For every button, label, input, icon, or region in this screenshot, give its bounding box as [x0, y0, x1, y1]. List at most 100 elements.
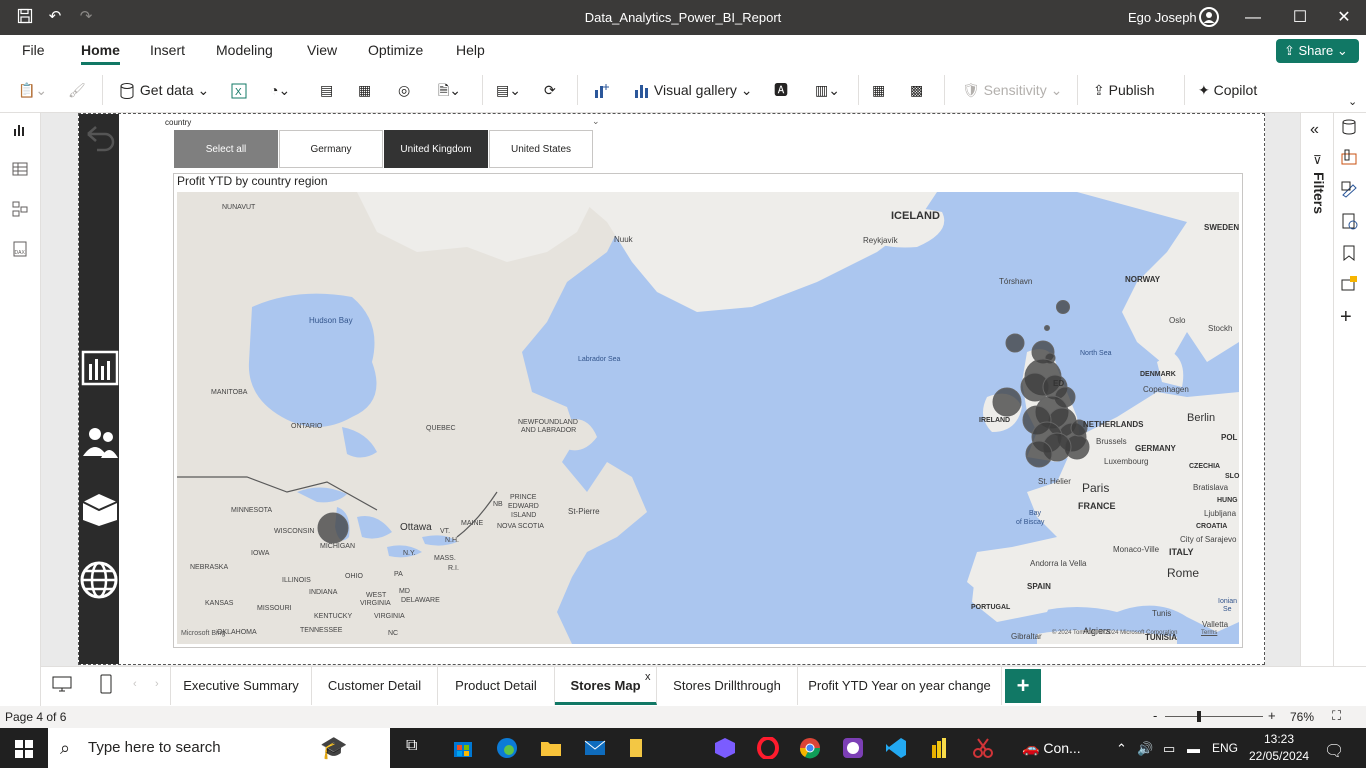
avatar[interactable]	[1199, 7, 1219, 27]
sql-icon[interactable]: ▤	[320, 79, 333, 101]
menu-insert[interactable]: Insert	[150, 42, 185, 58]
menu-file[interactable]: File	[22, 42, 45, 58]
add-pane-icon[interactable]: +	[1340, 307, 1360, 328]
zoom-out-icon[interactable]: -	[1153, 708, 1157, 723]
report-view-icon[interactable]	[11, 121, 31, 141]
more-visuals-icon[interactable]: ▥⌄	[815, 79, 840, 101]
tab-customer-detail[interactable]: Customer Detail	[312, 667, 438, 705]
model-view-icon[interactable]	[11, 200, 31, 220]
sensitivity-button[interactable]: 🛡 Sensitivity ⌄	[962, 79, 1062, 101]
show-hidden-icons[interactable]: ⌃	[1116, 741, 1127, 757]
format-painter-icon[interactable]: 🖌	[68, 79, 86, 101]
globe-nav-icon[interactable]	[80, 561, 118, 599]
quick-measure-icon[interactable]: ▩	[910, 79, 923, 101]
map-label: Monaco-Ville	[1113, 545, 1160, 554]
tab-stores-map[interactable]: Stores Map	[555, 667, 657, 705]
dataverse-icon[interactable]: ◎	[398, 79, 410, 101]
build-visual-icon[interactable]	[1340, 148, 1360, 168]
minimize-icon[interactable]: —	[1243, 8, 1263, 28]
paste-icon[interactable]: 📋⌄	[18, 79, 47, 101]
menu-modeling[interactable]: Modeling	[216, 42, 273, 58]
expand-pane-icon[interactable]: «	[1310, 121, 1319, 139]
close-icon[interactable]: ✕	[1334, 8, 1354, 28]
slicer-chevron-icon[interactable]: ⌄	[592, 116, 600, 127]
selection-icon[interactable]	[1340, 276, 1360, 296]
collapse-ribbon-icon[interactable]: ⌄	[1348, 91, 1357, 113]
chart-nav-icon[interactable]	[81, 350, 119, 386]
slicer-select-all[interactable]: Select all	[174, 130, 278, 168]
opera-icon[interactable]	[757, 736, 781, 760]
slicer-united-states[interactable]: United States	[489, 130, 593, 168]
mail-icon[interactable]	[584, 737, 608, 759]
data-pane-icon[interactable]	[1340, 118, 1360, 138]
publish-button[interactable]: ⇪ Publish	[1093, 79, 1155, 101]
taskbar-search[interactable]: ⌕ Type here to search 🎓	[48, 728, 390, 768]
back-arrow-icon[interactable]	[87, 126, 115, 152]
format-visual-icon[interactable]	[1340, 180, 1360, 200]
excel-icon[interactable]: X	[230, 79, 248, 101]
customers-nav-icon[interactable]	[83, 428, 118, 458]
clock-date[interactable]: 22/05/2024	[1249, 749, 1309, 763]
slicer-germany[interactable]: Germany	[279, 130, 383, 168]
snipping-tool-icon[interactable]	[972, 737, 996, 759]
text-box-icon[interactable]: 🅰	[774, 79, 788, 101]
power-bi-icon[interactable]	[928, 737, 952, 759]
sticky-folder-icon[interactable]	[626, 737, 650, 759]
taskbar-app[interactable]: 🚗 Con...	[1022, 737, 1102, 759]
tab-profit-ytd-yoy[interactable]: Profit YTD Year on year change	[798, 667, 1002, 705]
file-explorer-icon[interactable]	[540, 737, 564, 759]
transform-data-icon[interactable]: ▤⌄	[496, 79, 521, 101]
menu-help[interactable]: Help	[456, 42, 485, 58]
table-icon[interactable]: ▦	[358, 79, 371, 101]
fit-to-page-icon[interactable]: ⛶	[1332, 708, 1341, 724]
network-icon[interactable]: ▭	[1163, 741, 1175, 757]
tab-executive-summary[interactable]: Executive Summary	[170, 667, 312, 705]
copilot-button[interactable]: ✦ Copilot	[1198, 79, 1257, 101]
refresh-icon[interactable]: ⟳	[544, 79, 556, 101]
get-data-button[interactable]: Get data ⌄	[118, 79, 209, 101]
edge-icon[interactable]	[496, 737, 520, 759]
zoom-slider[interactable]	[1165, 716, 1263, 717]
maximize-icon[interactable]: ☐	[1290, 8, 1310, 28]
map-terms-link[interactable]: Terms	[1201, 630, 1217, 636]
tab-product-detail[interactable]: Product Detail	[438, 667, 555, 705]
windows-start-icon[interactable]	[15, 740, 33, 761]
prev-page-icon[interactable]: ‹	[133, 678, 137, 690]
task-view-icon[interactable]: ⧉	[406, 737, 430, 759]
recent-sources-icon[interactable]: 🗎⌄	[438, 79, 461, 101]
map[interactable]: NUNAVUT Hudson Bay Nuuk ICELAND Reykjaví…	[177, 192, 1239, 644]
close-tab-icon[interactable]: x	[645, 671, 651, 683]
chrome-icon[interactable]	[799, 737, 823, 759]
bookmark-icon[interactable]	[1340, 244, 1360, 264]
menu-optimize[interactable]: Optimize	[368, 42, 423, 58]
vscode-icon[interactable]	[885, 737, 909, 759]
next-page-icon[interactable]: ›	[155, 678, 159, 690]
language-indicator[interactable]: ENG	[1212, 741, 1238, 755]
tab-stores-drillthrough[interactable]: Stores Drillthrough	[657, 667, 798, 705]
volume-icon[interactable]: 🔊	[1137, 741, 1153, 757]
github-desktop-icon[interactable]	[842, 737, 866, 759]
onelake-icon[interactable]: ◔⌄	[270, 79, 290, 101]
new-visual-icon[interactable]	[592, 79, 610, 101]
add-page-button[interactable]: +	[1005, 669, 1041, 703]
store-icon[interactable]	[452, 737, 476, 759]
menu-view[interactable]: View	[307, 42, 337, 58]
dax-query-view-icon[interactable]: DAX	[11, 240, 31, 260]
product-nav-icon[interactable]	[82, 494, 118, 526]
mobile-layout-icon[interactable]	[100, 674, 112, 697]
visual-gallery-button[interactable]: Visual gallery ⌄	[632, 79, 753, 101]
zoom-slider-thumb[interactable]	[1197, 711, 1201, 722]
clock-time[interactable]: 13:23	[1264, 732, 1294, 746]
zoom-in-icon[interactable]: +	[1268, 708, 1276, 723]
performance-analyzer-icon[interactable]	[1340, 212, 1360, 232]
share-button[interactable]: ⇪ Share ⌄	[1276, 39, 1359, 63]
new-measure-icon[interactable]: ▦	[872, 79, 885, 101]
slicer-united-kingdom[interactable]: United Kingdom	[384, 130, 488, 168]
filters-label[interactable]: Filters	[1307, 172, 1327, 232]
desktop-layout-icon[interactable]	[52, 675, 72, 696]
copilot-app-icon[interactable]	[714, 737, 738, 759]
notifications-icon[interactable]: 🗨	[1324, 741, 1344, 761]
menu-home[interactable]: Home	[81, 42, 120, 65]
battery-icon[interactable]: ▬	[1187, 741, 1200, 756]
table-view-icon[interactable]	[11, 160, 31, 180]
